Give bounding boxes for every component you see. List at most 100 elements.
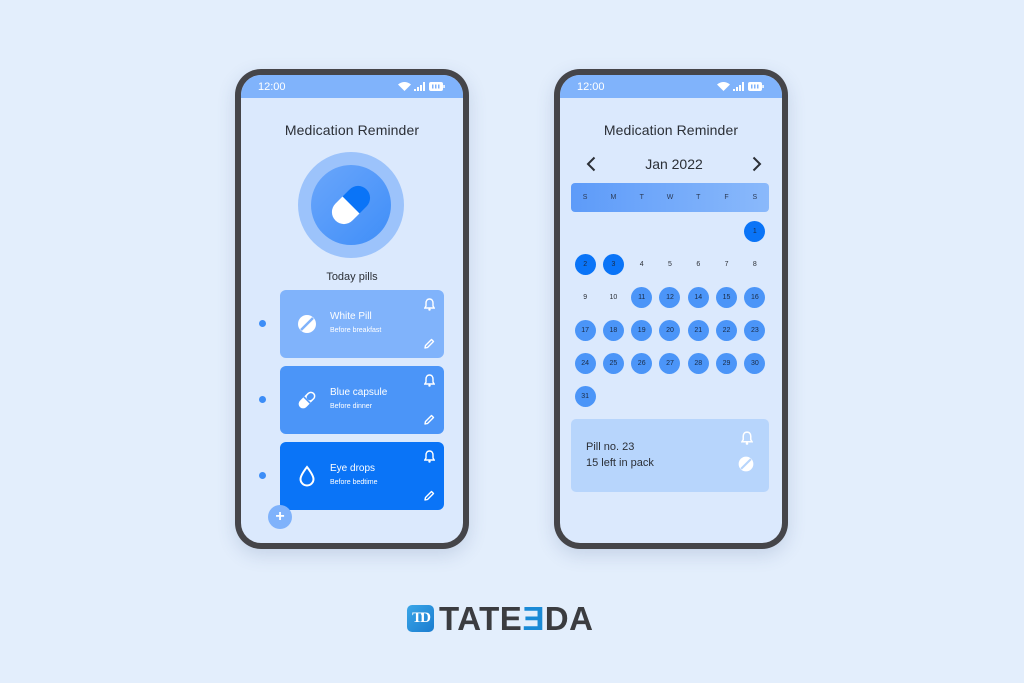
bell-icon[interactable] xyxy=(424,374,435,387)
calendar-day-label: 17 xyxy=(574,320,596,341)
calendar-day[interactable]: 8 xyxy=(741,248,769,281)
capsule-icon xyxy=(332,186,370,224)
calendar-day[interactable]: 14 xyxy=(684,281,712,314)
pill-timing: Before bedtime xyxy=(330,479,378,486)
weekday-label: S xyxy=(752,194,758,201)
calendar-day-label: 26 xyxy=(631,353,653,374)
calendar-day[interactable]: 25 xyxy=(599,347,627,380)
calendar-day[interactable]: 10 xyxy=(599,281,627,314)
status-bar: 12:00 xyxy=(241,75,463,98)
month-label: Jan 2022 xyxy=(645,156,703,172)
calendar-day[interactable]: 19 xyxy=(628,314,656,347)
pill-card-eye-drops[interactable]: Eye drops Before bedtime xyxy=(280,442,444,510)
calendar-day-label xyxy=(575,221,596,242)
calendar-day-label: 1 xyxy=(744,221,766,242)
app-title: Medication Reminder xyxy=(284,122,420,138)
pill-card-white-pill[interactable]: White Pill Before breakfast xyxy=(280,290,444,358)
bell-icon[interactable] xyxy=(424,298,435,311)
calendar-day[interactable]: 27 xyxy=(656,347,684,380)
capsule-icon xyxy=(298,391,316,409)
battery-icon xyxy=(429,82,445,91)
app-title: Medication Reminder xyxy=(603,122,739,138)
calendar-day[interactable]: 6 xyxy=(684,248,712,281)
tablet-icon xyxy=(298,315,316,333)
calendar-day[interactable]: 21 xyxy=(684,314,712,347)
calendar-day[interactable]: 26 xyxy=(628,347,656,380)
calendar-day-label: 14 xyxy=(687,287,709,308)
calendar-empty-cell xyxy=(628,215,656,248)
pill-timing: Before dinner xyxy=(330,403,373,410)
calendar-day[interactable]: 30 xyxy=(741,347,769,380)
calendar-day-label xyxy=(716,221,737,242)
calendar-day-label: 8 xyxy=(752,261,757,268)
calendar-day[interactable]: 16 xyxy=(741,281,769,314)
calendar-day[interactable]: 28 xyxy=(684,347,712,380)
calendar-day[interactable]: 24 xyxy=(571,347,599,380)
timeline-dot xyxy=(259,320,266,327)
calendar-day[interactable]: 20 xyxy=(656,314,684,347)
edit-icon[interactable] xyxy=(423,338,435,350)
calendar-empty-cell xyxy=(656,215,684,248)
wifi-icon xyxy=(398,82,411,91)
timeline-dot xyxy=(259,396,266,403)
calendar-day[interactable]: 17 xyxy=(571,314,599,347)
timeline-dot xyxy=(259,472,266,479)
calendar-day[interactable]: 29 xyxy=(712,347,740,380)
bell-icon[interactable] xyxy=(424,450,435,463)
add-pill-button[interactable]: + xyxy=(268,505,292,529)
calendar-day-label: 5 xyxy=(668,261,672,268)
chevron-right-icon xyxy=(752,156,762,172)
calendar-day-label xyxy=(631,221,652,242)
calendar-day-label: 22 xyxy=(716,320,738,341)
prev-month-button[interactable] xyxy=(584,155,598,173)
calendar-day-label: 12 xyxy=(659,287,681,308)
pill-row: Eye drops Before bedtime xyxy=(241,442,463,510)
pill-name: Eye drops xyxy=(330,463,376,474)
calendar-day-label: 6 xyxy=(696,261,701,268)
calendar-empty-cell xyxy=(684,215,712,248)
calendar-empty-cell xyxy=(599,215,627,248)
calendar-day[interactable]: 22 xyxy=(712,314,740,347)
bell-icon[interactable] xyxy=(741,431,753,445)
calendar-day-label: 9 xyxy=(583,294,588,301)
calendar-day-label: 16 xyxy=(744,287,766,308)
logo-text-part: TATE xyxy=(439,600,523,637)
calendar-day[interactable]: 31 xyxy=(571,380,599,413)
calendar-day[interactable]: 2 xyxy=(571,248,599,281)
pill-card-blue-capsule[interactable]: Blue capsule Before dinner xyxy=(280,366,444,434)
calendar-day[interactable]: 3 xyxy=(599,248,627,281)
calendar-day[interactable]: 7 xyxy=(712,248,740,281)
today-pills-label: Today pills xyxy=(326,271,378,283)
pill-name: Blue capsule xyxy=(330,387,388,398)
next-month-button[interactable] xyxy=(750,155,764,173)
calendar-day-label: 31 xyxy=(574,386,596,407)
calendar-day-label: 10 xyxy=(609,294,618,301)
pill-info-card: Pill no. 23 15 left in pack xyxy=(571,419,769,492)
calendar-day-label xyxy=(688,221,709,242)
calendar-day[interactable]: 23 xyxy=(741,314,769,347)
calendar-day-label xyxy=(659,221,680,242)
calendar-day[interactable]: 18 xyxy=(599,314,627,347)
drop-icon xyxy=(299,465,315,487)
logo-text-part: DA xyxy=(544,600,594,637)
pill-row: White Pill Before breakfast xyxy=(241,290,463,358)
phone-screen: 12:00 Medication Reminder Jan 2022 S M T… xyxy=(560,75,782,543)
calendar-day-label: 23 xyxy=(744,320,766,341)
edit-icon[interactable] xyxy=(423,414,435,426)
calendar-grid: 1 2 3 4 5 6 7 8 9 10 11 12 14 15 16 17 18 19 20 21 22 23 24 25 2… xyxy=(571,215,769,413)
calendar-day[interactable]: 1 xyxy=(741,215,769,248)
calendar-day[interactable]: 9 xyxy=(571,281,599,314)
calendar-day-label: 27 xyxy=(659,353,681,374)
calendar-day-label: 11 xyxy=(631,287,653,308)
calendar-day[interactable]: 4 xyxy=(628,248,656,281)
phone-screen: 12:00 Medication Reminder Today pills Wh… xyxy=(241,75,463,543)
calendar-day[interactable]: 5 xyxy=(656,248,684,281)
pill-name: White Pill xyxy=(330,311,372,322)
calendar-empty-cell xyxy=(712,215,740,248)
calendar-day[interactable]: 12 xyxy=(656,281,684,314)
calendar-day[interactable]: 11 xyxy=(628,281,656,314)
pill-row: Blue capsule Before dinner xyxy=(241,366,463,434)
calendar-day[interactable]: 15 xyxy=(712,281,740,314)
month-navigation: Jan 2022 xyxy=(560,152,782,176)
edit-icon[interactable] xyxy=(423,490,435,502)
